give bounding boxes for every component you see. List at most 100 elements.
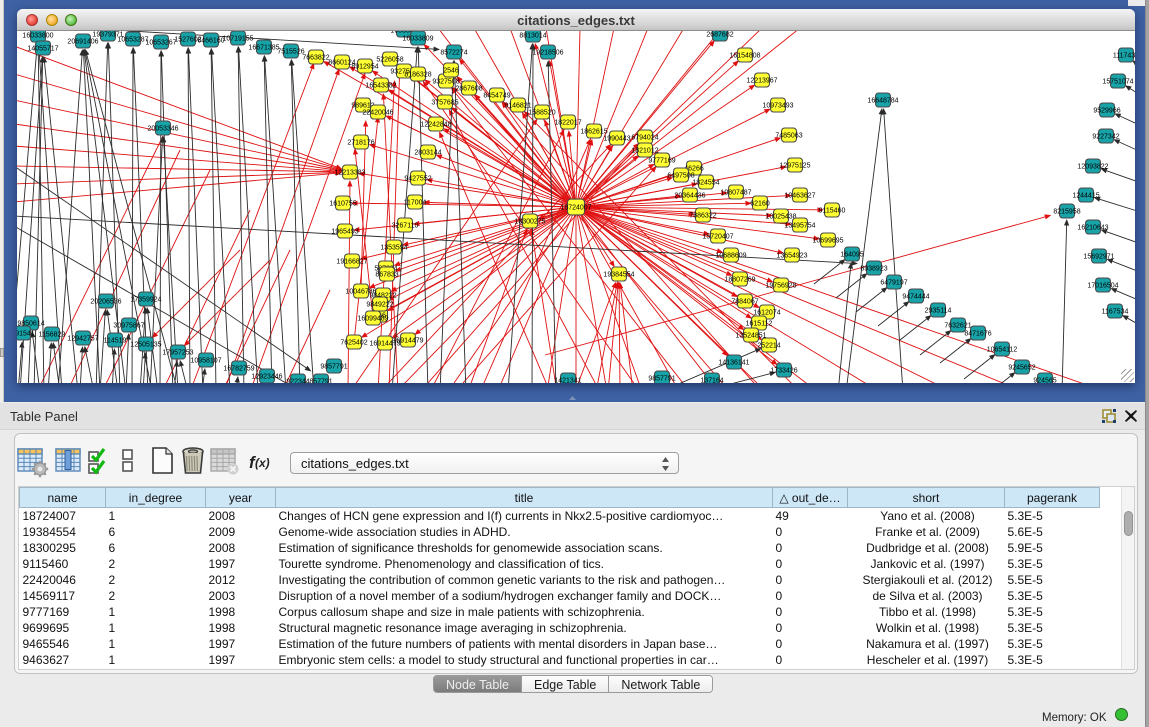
svg-text:9115460: 9115460: [819, 207, 846, 214]
svg-text:9427552: 9427552: [404, 175, 431, 182]
svg-text:20053346: 20053346: [147, 125, 178, 132]
svg-text:922344: 922344: [286, 378, 309, 383]
svg-text:10699695: 10699695: [812, 237, 843, 244]
svg-text:15751074: 15751074: [1102, 78, 1133, 85]
svg-text:6497508: 6497508: [667, 172, 694, 179]
svg-text:22420046: 22420046: [362, 109, 393, 116]
svg-text:19218506: 19218506: [532, 49, 563, 56]
svg-text:8471676: 8471676: [964, 330, 991, 337]
svg-text:2867608: 2867608: [455, 85, 482, 92]
svg-text:7515526: 7515526: [277, 48, 304, 55]
svg-text:5226058: 5226058: [376, 56, 403, 63]
svg-text:8215958: 8215958: [1053, 208, 1080, 215]
svg-text:857791: 857791: [309, 378, 332, 383]
svg-text:12505135: 12505135: [130, 341, 161, 348]
svg-text:16099489: 16099489: [357, 315, 388, 322]
svg-text:16782759: 16782759: [223, 365, 254, 372]
svg-text:7625402: 7625402: [340, 339, 367, 346]
svg-text:1117432: 1117432: [1113, 52, 1135, 59]
svg-text:20364436: 20364436: [674, 192, 705, 199]
svg-text:6794024: 6794024: [631, 134, 658, 141]
svg-text:16033809: 16033809: [402, 35, 433, 42]
svg-text:1822017: 1822017: [554, 119, 581, 126]
svg-text:16648784: 16648784: [867, 97, 898, 104]
svg-text:10719155: 10719155: [222, 35, 253, 42]
svg-text:164095: 164095: [840, 251, 863, 258]
svg-text:10973493: 10973493: [762, 102, 793, 109]
svg-text:10046786: 10046786: [345, 288, 376, 295]
svg-text:16210643: 16210643: [1077, 224, 1108, 231]
svg-text:2687682: 2687682: [706, 31, 733, 38]
svg-text:6466160: 6466160: [197, 37, 224, 44]
svg-text:15720407: 15720407: [702, 233, 733, 240]
svg-text:3757685: 3757685: [431, 99, 458, 106]
svg-text:9474444: 9474444: [902, 293, 929, 300]
svg-text:1244415: 1244415: [1072, 192, 1099, 199]
svg-text:13654923: 13654923: [776, 252, 807, 259]
svg-text:2546: 2546: [443, 67, 459, 74]
svg-text:8572274: 8572274: [440, 49, 467, 56]
svg-text:8813014: 8813014: [519, 32, 546, 39]
svg-text:(x): (x): [255, 456, 270, 470]
svg-text:16671385: 16671385: [248, 44, 279, 51]
svg-text:10688609: 10688609: [715, 252, 746, 259]
svg-text:19756928: 19756928: [765, 282, 796, 289]
svg-text:114519: 114519: [104, 337, 127, 344]
svg-text:7485063: 7485063: [775, 132, 802, 139]
svg-text:16154808: 16154808: [729, 52, 760, 59]
svg-text:1862615: 1862615: [580, 128, 607, 135]
svg-text:8938923: 8938923: [860, 265, 887, 272]
svg-text:9245652: 9245652: [1008, 364, 1035, 371]
svg-text:12213383: 12213383: [334, 169, 365, 176]
svg-text:20691406: 20691406: [67, 38, 98, 45]
svg-text:7884067: 7884067: [731, 298, 758, 305]
svg-text:7886322: 7886322: [689, 212, 716, 219]
svg-text:16914479: 16914479: [392, 337, 423, 344]
svg-text:924565: 924565: [1033, 377, 1056, 383]
svg-text:12975125: 12975125: [779, 162, 810, 169]
svg-text:1733426: 1733426: [770, 367, 797, 374]
svg-text:18807269: 18807269: [724, 276, 755, 283]
svg-text:10653267: 10653267: [145, 39, 176, 46]
svg-text:10654112: 10654112: [987, 346, 1018, 353]
svg-text:7663822: 7663822: [302, 54, 329, 61]
svg-text:9857791: 9857791: [648, 375, 675, 382]
svg-text:9857791: 9857791: [320, 363, 347, 370]
svg-text:1612074: 1612074: [753, 309, 780, 316]
svg-text:1824554: 1824554: [692, 179, 719, 186]
svg-text:62160: 62160: [750, 200, 770, 207]
svg-text:9777169: 9777169: [648, 157, 675, 164]
svg-text:252214: 252214: [757, 342, 780, 349]
svg-text:1610755: 1610755: [329, 200, 356, 207]
svg-text:14136141: 14136141: [718, 359, 749, 366]
svg-text:12213967: 12213967: [746, 77, 777, 84]
svg-text:8454749: 8454749: [483, 92, 510, 99]
svg-text:12093822: 12093822: [1077, 163, 1108, 170]
svg-text:30975867: 30975867: [113, 322, 144, 329]
svg-text:1615112: 1615112: [746, 320, 773, 327]
svg-text:12242848: 12242848: [420, 121, 451, 128]
svg-text:391541: 391541: [17, 330, 35, 337]
svg-text:8912954: 8912954: [351, 63, 378, 70]
svg-text:2803144: 2803144: [414, 149, 441, 156]
svg-text:1421341: 1421341: [554, 377, 581, 383]
svg-text:16033800: 16033800: [22, 32, 53, 39]
svg-text:10807487: 10807487: [720, 189, 751, 196]
svg-text:15692971: 15692971: [1083, 253, 1114, 260]
svg-text:14055717: 14055717: [27, 45, 58, 52]
svg-text:12923446: 12923446: [251, 373, 282, 380]
svg-text:1156829: 1156829: [39, 331, 66, 338]
svg-text:13524851: 13524851: [735, 332, 766, 339]
svg-text:1990443: 1990443: [603, 135, 630, 142]
svg-text:18300275: 18300275: [514, 218, 545, 225]
svg-text:9227342: 9227342: [1092, 133, 1119, 140]
svg-text:1821012: 1821012: [631, 147, 658, 154]
svg-text:17957253: 17957253: [162, 349, 193, 356]
svg-text:17359924: 17359924: [130, 296, 161, 303]
svg-text:2935114: 2935114: [925, 307, 952, 314]
svg-text:6479197: 6479197: [880, 279, 907, 286]
svg-text:19166827: 19166827: [336, 258, 367, 265]
svg-text:1353594: 1353594: [380, 244, 407, 251]
svg-text:10958107: 10958107: [190, 357, 221, 364]
svg-text:16543382: 16543382: [365, 82, 396, 89]
